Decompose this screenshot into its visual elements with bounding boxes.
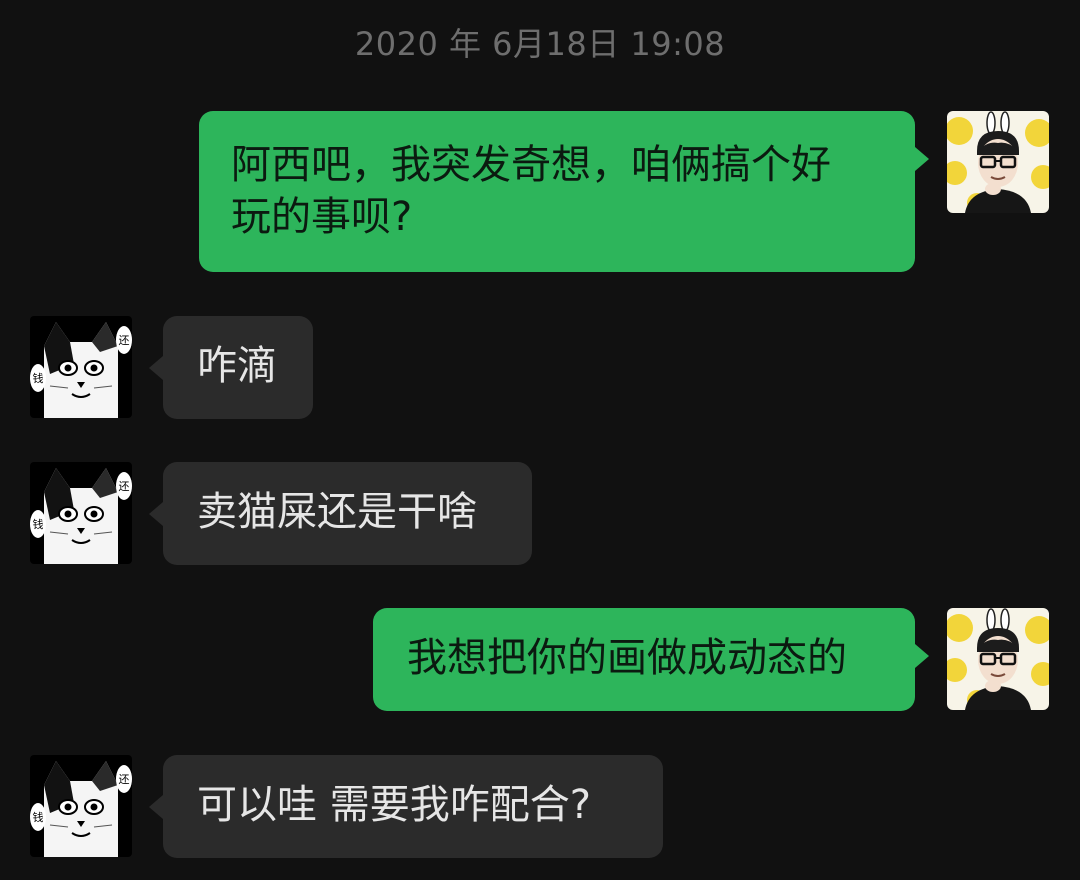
message-text: 我想把你的画做成动态的 xyxy=(407,635,847,681)
cat-avatar-icon: 还 钱 xyxy=(30,462,132,564)
cat-label-money: 钱 xyxy=(33,810,44,824)
bubble-tail xyxy=(149,502,163,526)
cat-avatar-icon: 还 钱 xyxy=(30,755,132,857)
cat-label-money: 钱 xyxy=(33,371,44,385)
cat-label-return: 还 xyxy=(119,334,130,347)
message-text: 咋滴 xyxy=(197,343,277,389)
chat-timestamp: 2020 年 6月18日 19:08 xyxy=(354,25,726,63)
bubble-tail xyxy=(915,147,929,171)
my-avatar[interactable] xyxy=(947,608,1049,710)
message-bubble[interactable]: 咋滴 xyxy=(149,316,313,419)
man-glasses-avatar-icon xyxy=(947,111,1049,213)
message-bubble[interactable]: 卖猫屎还是干啥 xyxy=(149,462,532,565)
bubble-tail xyxy=(915,644,929,668)
contact-avatar[interactable]: 还 钱 xyxy=(30,316,132,418)
contact-avatar[interactable]: 还 钱 xyxy=(30,755,132,857)
message-bubble[interactable]: 我想把你的画做成动态的 xyxy=(373,608,929,711)
message-text: 卖猫屎还是干啥 xyxy=(197,489,477,535)
bubble-tail xyxy=(149,795,163,819)
cat-avatar-icon: 还 钱 xyxy=(30,316,132,418)
message-text: 可以哇 需要我咋配合? xyxy=(197,782,591,828)
cat-label-money: 钱 xyxy=(33,517,44,531)
contact-avatar[interactable]: 还 钱 xyxy=(30,462,132,564)
bubble-tail xyxy=(149,356,163,380)
man-glasses-avatar-icon xyxy=(947,608,1049,710)
cat-label-return: 还 xyxy=(119,480,130,493)
cat-label-return: 还 xyxy=(119,773,130,786)
my-avatar[interactable] xyxy=(947,111,1049,213)
message-text: 阿西吧，我突发奇想，咱俩搞个好 玩的事呗? xyxy=(231,142,831,240)
message-bubble[interactable]: 阿西吧，我突发奇想，咱俩搞个好 玩的事呗? xyxy=(199,111,929,272)
message-bubble[interactable]: 可以哇 需要我咋配合? xyxy=(149,755,663,858)
